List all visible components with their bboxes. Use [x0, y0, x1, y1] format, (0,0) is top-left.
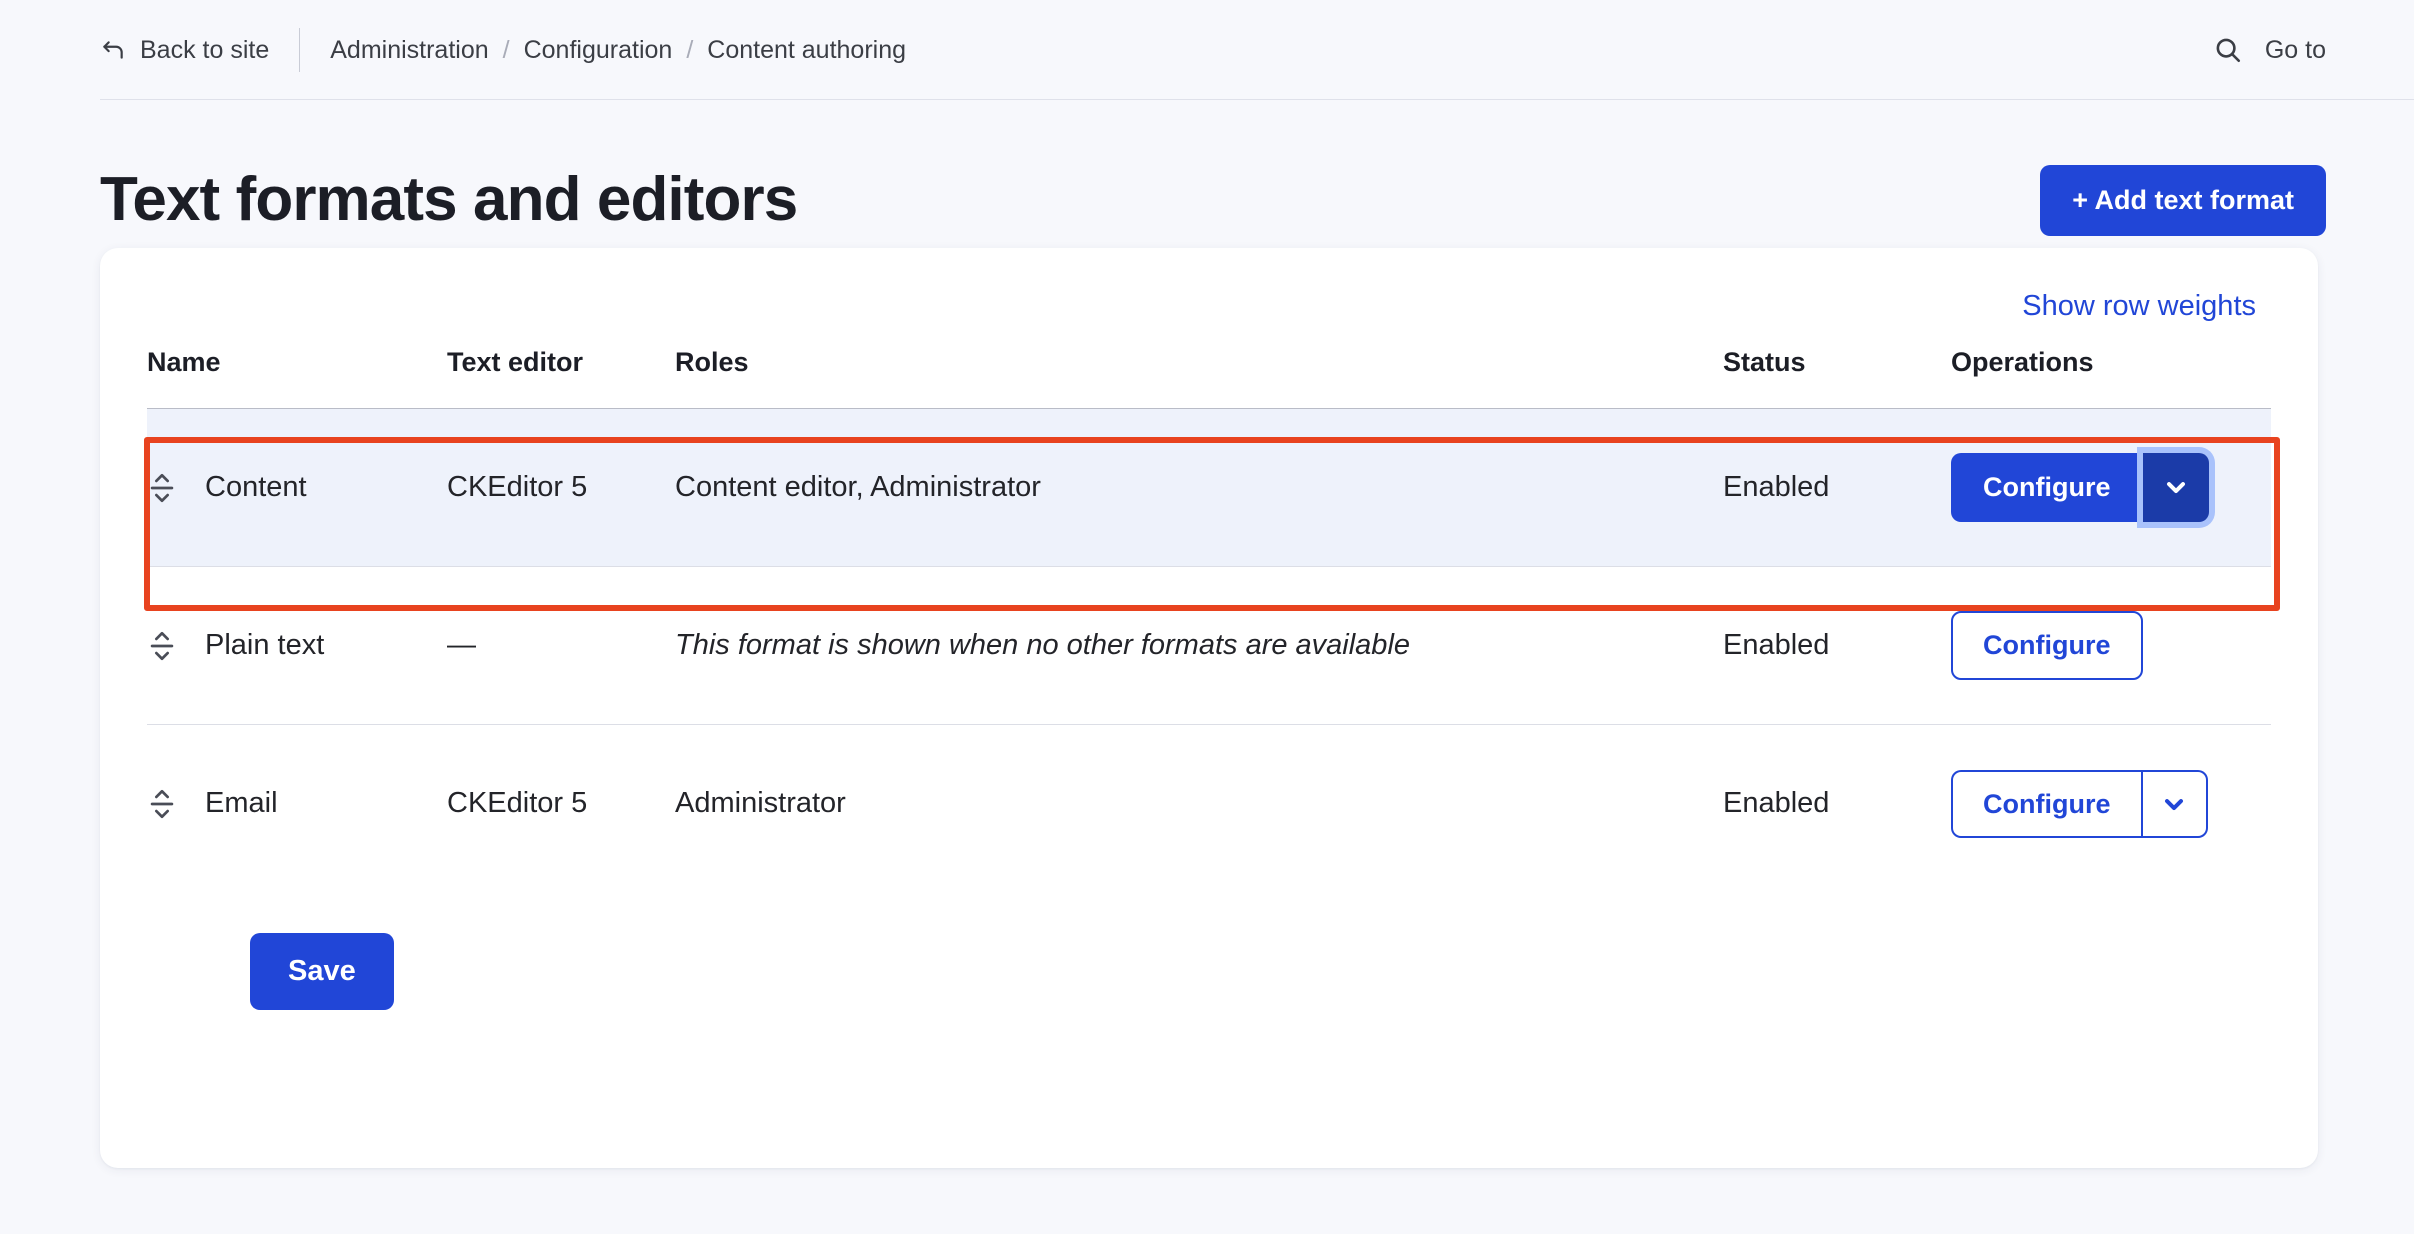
chevron-down-icon [2162, 473, 2190, 501]
table-body: Content CKEditor 5 Content editor, Admin… [147, 409, 2271, 883]
status-badge: Enabled [1723, 409, 1951, 567]
column-header-status: Status [1723, 347, 1951, 409]
breadcrumb-item-administration[interactable]: Administration [330, 36, 488, 65]
cell-operations: Configure [1951, 725, 2271, 883]
text-formats-table: Name Text editor Roles Status Operations [147, 347, 2271, 883]
breadcrumb-item-content-authoring[interactable]: Content authoring [707, 36, 906, 65]
cell-roles: Administrator [675, 725, 1723, 883]
breadcrumb-item-configuration[interactable]: Configuration [524, 36, 673, 65]
cell-name: Plain text [147, 567, 447, 725]
format-name: Content [205, 471, 307, 504]
row-weights-row: Show row weights [100, 248, 2318, 323]
breadcrumb-separator: / [686, 36, 693, 65]
configure-button[interactable]: Configure [1951, 453, 2143, 521]
show-row-weights-link[interactable]: Show row weights [2022, 290, 2256, 323]
table-row[interactable]: Content CKEditor 5 Content editor, Admin… [147, 409, 2271, 567]
add-text-format-button[interactable]: + Add text format [2040, 165, 2326, 236]
chevron-down-icon [2160, 790, 2188, 818]
column-header-text-editor: Text editor [447, 347, 675, 409]
go-to-button[interactable]: Go to [2213, 35, 2326, 65]
configure-dropdown-toggle[interactable] [2143, 453, 2209, 521]
cell-operations: Configure [1951, 409, 2271, 567]
column-header-roles: Roles [675, 347, 1723, 409]
table-row[interactable]: Plain text — This format is shown when n… [147, 567, 2271, 725]
table-row[interactable]: Email CKEditor 5 Administrator Enabled C… [147, 725, 2271, 883]
status-badge: Enabled [1723, 725, 1951, 883]
back-to-site-label: Back to site [140, 36, 269, 65]
cell-text-editor: — [447, 567, 675, 725]
cell-operations: Configure [1951, 567, 2271, 725]
configure-button[interactable]: Configure [1951, 611, 2143, 679]
format-name: Plain text [205, 629, 324, 662]
search-icon [2213, 35, 2243, 65]
breadcrumb: Administration / Configuration / Content… [330, 36, 906, 65]
configure-split-button: Configure [1951, 453, 2209, 521]
configure-split-button: Configure [1951, 770, 2208, 838]
admin-toolbar: Back to site Administration / Configurat… [0, 0, 2414, 100]
page-title: Text formats and editors [100, 167, 797, 232]
cell-roles: Content editor, Administrator [675, 409, 1723, 567]
drag-handle-icon[interactable] [147, 629, 177, 663]
configure-button[interactable]: Configure [1951, 770, 2142, 838]
save-button[interactable]: Save [250, 933, 394, 1010]
back-arrow-icon [100, 37, 126, 63]
breadcrumb-separator: / [503, 36, 510, 65]
cell-text-editor: CKEditor 5 [447, 409, 675, 567]
column-header-operations: Operations [1951, 347, 2271, 409]
format-name: Email [205, 787, 278, 820]
card-footer: Save [100, 883, 2318, 1010]
text-formats-card: Show row weights Name Text editor Roles … [100, 248, 2318, 1168]
configure-dropdown-toggle[interactable] [2142, 770, 2208, 838]
configure-split-button: Configure [1951, 611, 2143, 679]
cell-text-editor: CKEditor 5 [447, 725, 675, 883]
drag-handle-icon[interactable] [147, 471, 177, 505]
column-header-name: Name [147, 347, 447, 409]
cell-name: Email [147, 725, 447, 883]
page-root: Back to site Administration / Configurat… [0, 0, 2414, 1234]
go-to-label: Go to [2265, 36, 2326, 65]
table-header-row: Name Text editor Roles Status Operations [147, 347, 2271, 409]
cell-roles: This format is shown when no other forma… [675, 567, 1723, 725]
cell-name: Content [147, 409, 447, 567]
status-badge: Enabled [1723, 567, 1951, 725]
toolbar-divider [299, 28, 300, 72]
page-header: Text formats and editors + Add text form… [0, 100, 2414, 248]
drag-handle-icon[interactable] [147, 787, 177, 821]
back-to-site-link[interactable]: Back to site [100, 36, 269, 65]
